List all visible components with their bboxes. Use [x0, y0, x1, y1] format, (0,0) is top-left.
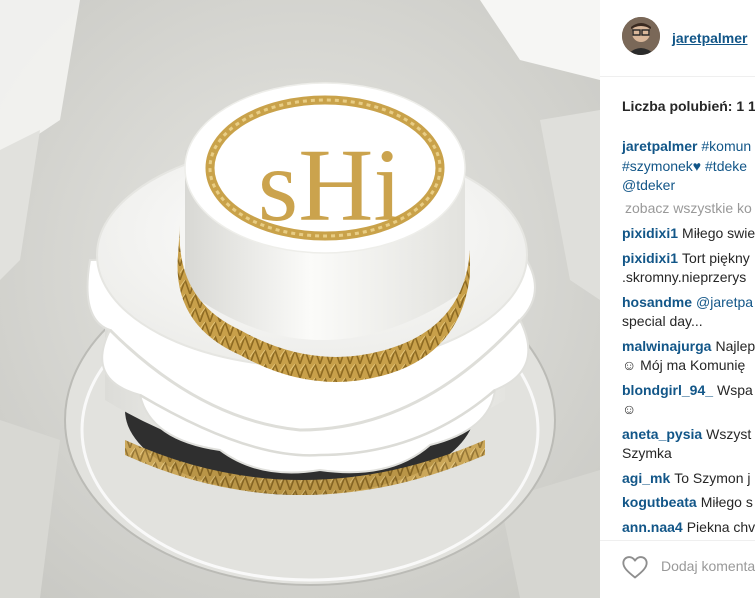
- see-all-comments-link[interactable]: zobacz wszystkie ko: [625, 200, 752, 216]
- comments-list: pixidixi1 Miłego swie pixidixi1 Tort piękn…: [622, 222, 755, 540]
- comment-text: To Szymon j: [674, 469, 751, 486]
- heart-icon[interactable]: [621, 553, 649, 581]
- list-item: agi_mk To Szymon j: [622, 467, 755, 492]
- comment-username[interactable]: agi_mk: [622, 470, 670, 486]
- avatar[interactable]: [622, 17, 660, 55]
- list-item: kogutbeata Miłego s: [622, 491, 755, 516]
- comment-username[interactable]: pixidixi1: [622, 225, 678, 241]
- list-item: pixidixi1 Miłego swie: [622, 222, 755, 247]
- comment-username[interactable]: ann.naa4: [622, 519, 683, 535]
- mention-link[interactable]: @jaretpa: [696, 294, 753, 310]
- list-item: pixidixi1 Tort piękny .skromny.nieprzerys: [622, 247, 755, 291]
- comment-text: ☺: [622, 401, 637, 417]
- list-item: hosandme @jaretpa special day...: [622, 291, 755, 335]
- comment-text: special day...: [622, 313, 703, 329]
- likes-count[interactable]: Liczba polubień: 1 14: [622, 98, 755, 114]
- list-item: ann.naa4 Piekna chv: [622, 516, 755, 541]
- comment-text: Piekna chv: [686, 518, 755, 535]
- comment-text: Najlep: [715, 337, 755, 354]
- list-item: blondgirl_94_ Wspa ☺: [622, 379, 755, 423]
- comment-username[interactable]: kogutbeata: [622, 494, 697, 510]
- caption-username[interactable]: jaretpalmer: [622, 138, 697, 154]
- mention-link[interactable]: @tdeker: [622, 177, 675, 193]
- comment-text: .skromny.nieprzerys: [622, 269, 747, 285]
- comment-text: Miłego swie: [682, 225, 755, 241]
- hashtag-link[interactable]: #szymonek♥: [622, 158, 701, 174]
- add-comment-input[interactable]: Dodaj komenta: [661, 558, 755, 574]
- comment-username[interactable]: blondgirl_94_: [622, 382, 713, 398]
- post-header: jaretpalmer: [600, 0, 755, 77]
- comment-text: Miłego s: [700, 494, 753, 510]
- comment-text: Szymka: [622, 445, 672, 461]
- cake-image: sHi: [0, 0, 600, 598]
- comment-username[interactable]: malwinajurga: [622, 338, 711, 354]
- comment-username[interactable]: aneta_pysia: [622, 426, 702, 442]
- hashtag-link[interactable]: #komun: [701, 138, 751, 154]
- comment-username[interactable]: pixidixi1: [622, 250, 678, 266]
- hashtag-link[interactable]: #tdeke: [705, 158, 747, 174]
- list-item: malwinajurga Najlep ☺ Mój ma Komunię: [622, 335, 755, 379]
- comment-text: Wspa: [717, 381, 753, 398]
- list-item: aneta_pysia Wszyst Szymka: [622, 423, 755, 467]
- comment-text: Wszyst: [706, 425, 752, 442]
- post-caption: jaretpalmer #komun #szymonek♥ #tdeke @td…: [622, 137, 755, 196]
- comment-text: ☺ Mój ma Komunię: [622, 357, 746, 373]
- monogram-text: sHi: [258, 128, 402, 243]
- comment-username[interactable]: hosandme: [622, 294, 692, 310]
- comment-text: Tort piękny: [682, 249, 750, 266]
- post-footer: Dodaj komenta: [600, 540, 755, 598]
- post-photo[interactable]: sHi: [0, 0, 600, 598]
- username-link[interactable]: jaretpalmer: [672, 30, 747, 46]
- post-side-panel: jaretpalmer Liczba polubień: 1 14 jaretp…: [600, 0, 755, 598]
